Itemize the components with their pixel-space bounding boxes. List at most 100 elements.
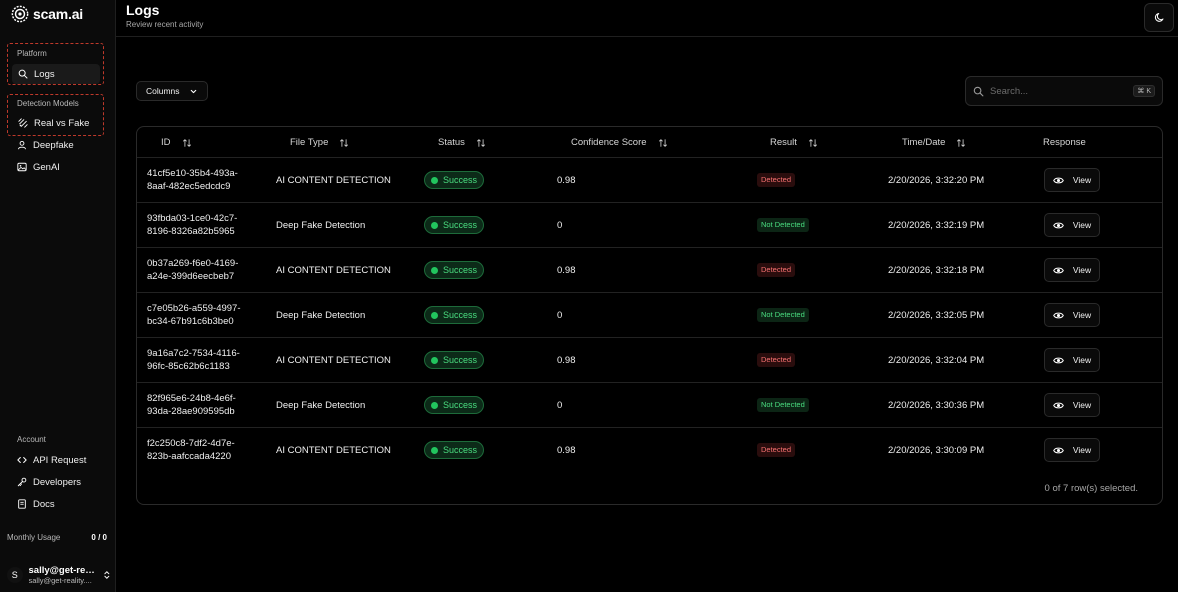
result-badge: Not Detected [757, 308, 809, 322]
cell-time-date: 2/20/2026, 3:30:09 PM [888, 445, 985, 456]
id-line: 823b-aafccada4220 [147, 450, 231, 462]
logo-icon [11, 5, 29, 23]
cell-confidence-score: 0.98 [557, 445, 576, 456]
eye-icon [1053, 447, 1064, 453]
sidebar-item-label: Developers [33, 476, 82, 488]
key-icon [17, 477, 27, 487]
column-header-id[interactable]: ID [161, 137, 192, 148]
table-row[interactable]: 0b37a269-f6e0-4169- a24e-399d6eecbeb7 AI C… [137, 248, 1162, 293]
status-badge: Success [424, 351, 484, 369]
result-badge: Detected [757, 263, 796, 277]
table-row[interactable]: c7e05b26-a559-4997- bc34-67b91c6b3be0 Deep… [137, 293, 1162, 338]
table-row[interactable]: 41cf5e10-35b4-493a- 8aaf-482ec5edcdc9 AI C… [137, 158, 1162, 203]
view-label: View [1072, 265, 1092, 275]
sidebar-item-developers[interactable]: Developers [11, 472, 106, 492]
theme-toggle-button[interactable] [1144, 3, 1174, 32]
account-label: Account [17, 435, 46, 444]
id-line: 0b37a269-f6e0-4169- [147, 258, 239, 269]
id-line: bc34-67b91c6b3be0 [147, 315, 234, 327]
table-row[interactable]: 82f965e6-24b8-4e6f- 93da-28ae909595db Deep… [137, 383, 1162, 428]
status-badge: Success [424, 171, 484, 189]
cell-confidence-score: 0.98 [557, 175, 576, 186]
column-header-status[interactable]: Status [438, 137, 486, 148]
sort-icon [809, 138, 817, 147]
cell-time-date: 2/20/2026, 3:30:36 PM [888, 400, 985, 411]
cell-file-type: Deep Fake Detection [276, 400, 366, 411]
result-badge: Detected [757, 173, 796, 187]
sidebar-item-genai[interactable]: GenAI [11, 157, 106, 177]
view-button[interactable]: View [1044, 168, 1100, 192]
user-icon [18, 140, 26, 150]
cell-time-date: 2/20/2026, 3:32:20 PM [888, 175, 985, 186]
result-badge: Not Detected [757, 398, 809, 412]
table-header: ID File Type Status Confidence Score Res… [137, 127, 1162, 158]
sidebar-item-real-vs-fake[interactable]: Real vs Fake [12, 113, 100, 133]
user-info: sally@get-rea... sally@get-reality.... [29, 565, 97, 585]
view-button[interactable]: View [1044, 348, 1100, 372]
view-label: View [1072, 175, 1092, 185]
column-header-label: Response [1043, 137, 1086, 148]
chevrons-up-down-icon [104, 571, 110, 579]
cell-confidence-score: 0.98 [557, 355, 576, 366]
user-email: sally@get-reality.... [28, 576, 92, 585]
view-button[interactable]: View [1044, 213, 1100, 237]
scan-face-icon [18, 118, 28, 128]
view-button[interactable]: View [1044, 393, 1100, 417]
column-header-result[interactable]: Result [770, 137, 818, 148]
cell-id: 0b37a269-f6e0-4169- a24e-399d6eecbeb7 [147, 258, 257, 283]
sidebar-item-label: API Request [33, 454, 87, 466]
table-row[interactable]: 9a16a7c2-7534-4116- 96fc-85c62b6c1183 AI C… [137, 338, 1162, 383]
result-badge: Not Detected [757, 218, 809, 232]
code-icon [17, 457, 27, 463]
view-button[interactable]: View [1044, 258, 1100, 282]
column-header-label: Status [438, 137, 465, 148]
usage-label: Monthly Usage [7, 533, 61, 542]
column-header-label: Time/Date [902, 137, 946, 148]
cell-file-type: AI CONTENT DETECTION [276, 175, 391, 186]
page-subtitle: Review recent activity [126, 20, 204, 29]
status-label: Success [443, 175, 478, 185]
table-row[interactable]: 93fbda03-1ce0-42c7- 8196-8326a82b5965 Deep… [137, 203, 1162, 248]
cell-confidence-score: 0 [557, 310, 563, 321]
image-icon [17, 162, 27, 172]
eye-icon [1053, 267, 1064, 273]
column-header-time-date[interactable]: Time/Date [902, 137, 966, 148]
detection-models-label: Detection Models [17, 99, 79, 108]
brand-logo[interactable]: scam.ai [11, 4, 83, 24]
sort-icon [182, 138, 191, 147]
column-header-label: ID [161, 137, 171, 148]
sidebar-item-api-request[interactable]: API Request [11, 450, 106, 470]
user-menu[interactable]: S sally@get-rea... sally@get-reality.... [4, 562, 112, 588]
platform-label: Platform [17, 49, 47, 58]
search-shortcut: ⌘ K [1133, 85, 1155, 97]
avatar: S [7, 567, 23, 583]
sidebar-item-deepfake[interactable]: Deepfake [11, 135, 106, 155]
logs-table: ID File Type Status Confidence Score Res… [136, 126, 1163, 505]
cell-confidence-score: 0 [557, 220, 563, 231]
status-label: Success [443, 310, 478, 320]
sort-icon [658, 138, 667, 147]
column-header-label: File Type [290, 137, 329, 148]
view-label: View [1072, 445, 1092, 455]
id-line: 82f965e6-24b8-4e6f- [147, 393, 236, 404]
cell-file-type: AI CONTENT DETECTION [276, 265, 391, 276]
sidebar-item-logs[interactable]: Logs [12, 64, 100, 84]
search-input[interactable] [990, 85, 1128, 97]
column-header-confidence-score[interactable]: Confidence Score [571, 137, 668, 148]
cell-file-type: Deep Fake Detection [276, 310, 366, 321]
status-badge: Success [424, 216, 484, 234]
status-dot-icon [431, 401, 438, 409]
chevron-down-icon [190, 89, 197, 93]
status-label: Success [443, 445, 478, 455]
search-box[interactable]: ⌘ K [965, 76, 1163, 106]
sidebar-item-docs[interactable]: Docs [11, 494, 106, 514]
sidebar-item-label: Logs [34, 68, 55, 80]
view-button[interactable]: View [1044, 438, 1100, 462]
table-row[interactable]: f2c250c8-7df2-4d7e- 823b-aafccada4220 AI C… [137, 428, 1162, 473]
column-header-file-type[interactable]: File Type [290, 137, 349, 148]
columns-button[interactable]: Columns [136, 81, 208, 101]
cell-time-date: 2/20/2026, 3:32:04 PM [888, 355, 985, 366]
columns-label: Columns [146, 86, 180, 96]
id-line: 41cf5e10-35b4-493a- [147, 168, 238, 179]
view-button[interactable]: View [1044, 303, 1100, 327]
